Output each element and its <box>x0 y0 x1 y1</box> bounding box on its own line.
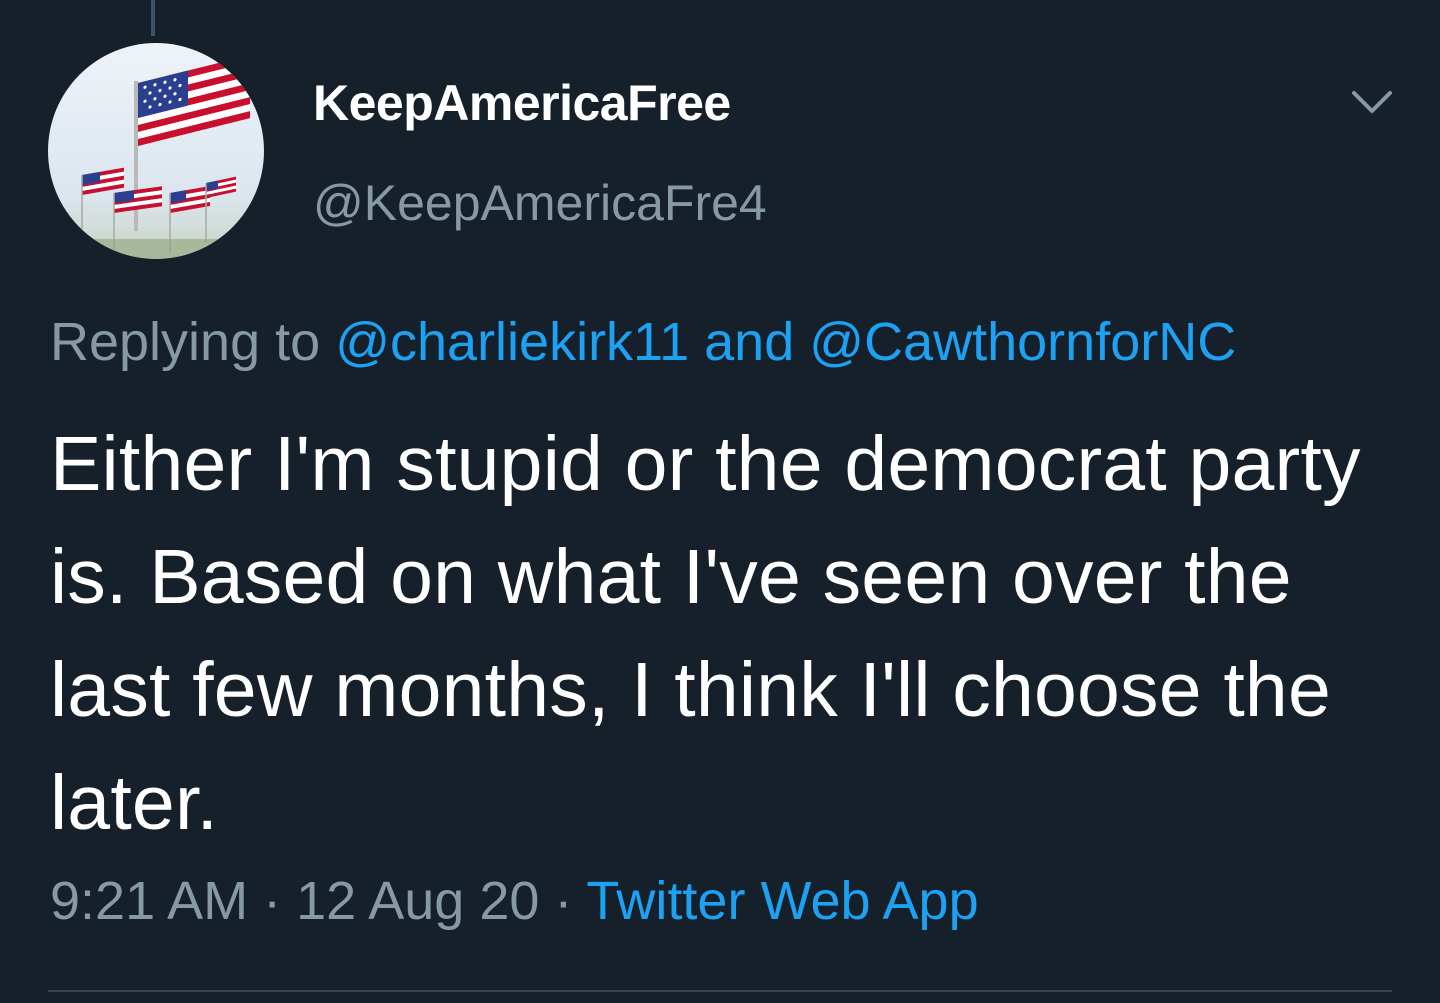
tweet-metadata: 9:21 AM · 12 Aug 20 · Twitter Web App <box>50 870 979 932</box>
tweet-source-link[interactable]: Twitter Web App <box>586 871 978 931</box>
divider <box>48 990 1392 992</box>
replying-conjunction: and <box>704 312 795 372</box>
thread-connector-line <box>151 0 155 36</box>
tweet-time[interactable]: 9:21 AM <box>50 871 248 931</box>
tweet-date[interactable]: 12 Aug 20 <box>296 871 539 931</box>
tweet-detail-view: KeepAmericaFree @KeepAmericaFre4 Replyin… <box>0 0 1440 1003</box>
chevron-down-icon <box>1352 91 1392 113</box>
meta-separator: · <box>263 871 282 931</box>
mention-link[interactable]: @CawthornforNC <box>809 312 1236 372</box>
tweet-body-text: Either I'm stupid or the democrat party … <box>50 421 1361 846</box>
author-handle[interactable]: @KeepAmericaFre4 <box>313 174 767 232</box>
american-flag-avatar-icon <box>48 43 264 259</box>
avatar[interactable] <box>48 43 264 259</box>
author-display-name[interactable]: KeepAmericaFree <box>313 74 731 132</box>
meta-separator: · <box>554 871 573 931</box>
replying-to-line: Replying to @charliekirk11 and @Cawthorn… <box>50 311 1236 373</box>
tweet-menu-button[interactable] <box>1346 80 1398 124</box>
mention-link[interactable]: @charliekirk11 <box>335 312 689 372</box>
replying-to-label: Replying to <box>50 312 321 372</box>
